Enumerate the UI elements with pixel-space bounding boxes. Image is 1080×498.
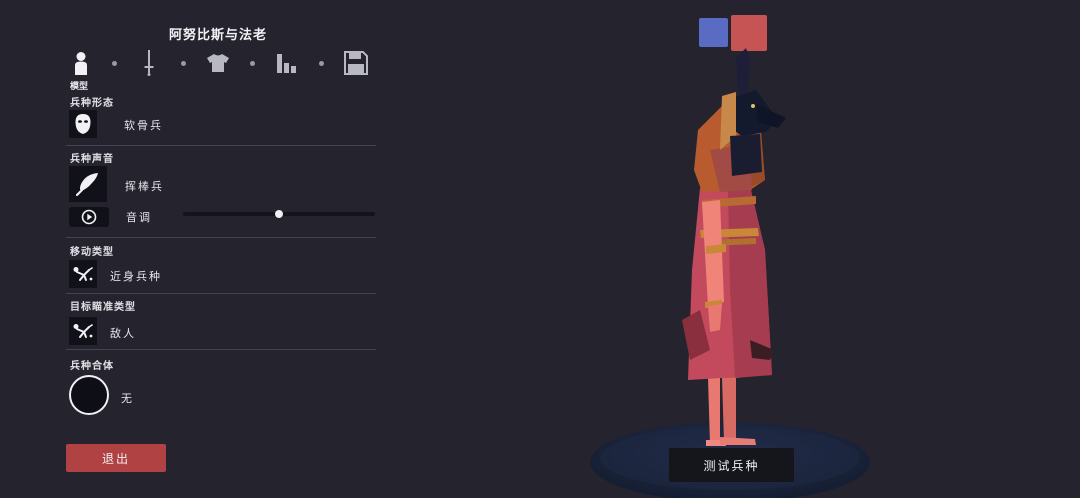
fallen-figure-icon[interactable] (69, 260, 97, 288)
unit-fusion-value: 无 (121, 392, 134, 405)
play-icon[interactable] (69, 207, 109, 227)
section-divider (66, 293, 376, 294)
tab-separator-dot (250, 61, 255, 66)
unit-preview-model (590, 48, 870, 498)
exit-button[interactable]: 退出 (66, 444, 166, 472)
active-tab-label: 模型 (70, 82, 89, 92)
unit-voice-label: 兵种声音 (70, 154, 114, 165)
unit-fusion-label: 兵种合体 (70, 361, 114, 372)
pitch-label: 音调 (126, 211, 152, 224)
section-divider (66, 237, 376, 238)
targeting-type-value: 敌人 (110, 327, 136, 340)
targeting-type-label: 目标瞄准类型 (70, 302, 136, 313)
editor-tab-bar (66, 50, 376, 78)
tab-separator-dot (112, 61, 117, 66)
circle-icon[interactable] (69, 375, 109, 415)
shirt-icon[interactable] (205, 50, 231, 76)
feather-icon[interactable] (69, 166, 107, 202)
movement-type-value: 近身兵种 (110, 270, 162, 283)
person-icon[interactable] (68, 50, 94, 76)
section-divider (66, 349, 376, 350)
test-unit-button[interactable]: 测试兵种 (669, 448, 794, 482)
tab-separator-dot (319, 61, 324, 66)
tab-separator-dot (181, 61, 186, 66)
bar-chart-icon[interactable] (274, 50, 300, 76)
fallen-figure-icon[interactable] (69, 317, 97, 345)
section-divider (66, 145, 376, 146)
unit-voice-value: 挥棒兵 (125, 180, 164, 193)
unit-form-label: 兵种形态 (70, 98, 114, 109)
unit-name-title: 阿努比斯与法老 (168, 28, 267, 43)
save-icon[interactable] (343, 50, 369, 76)
sword-icon[interactable] (136, 50, 162, 76)
movement-type-label: 移动类型 (70, 247, 114, 258)
unit-form-value: 软骨兵 (124, 119, 163, 132)
mask-icon[interactable] (69, 110, 97, 138)
pitch-slider-knob[interactable] (275, 210, 283, 218)
